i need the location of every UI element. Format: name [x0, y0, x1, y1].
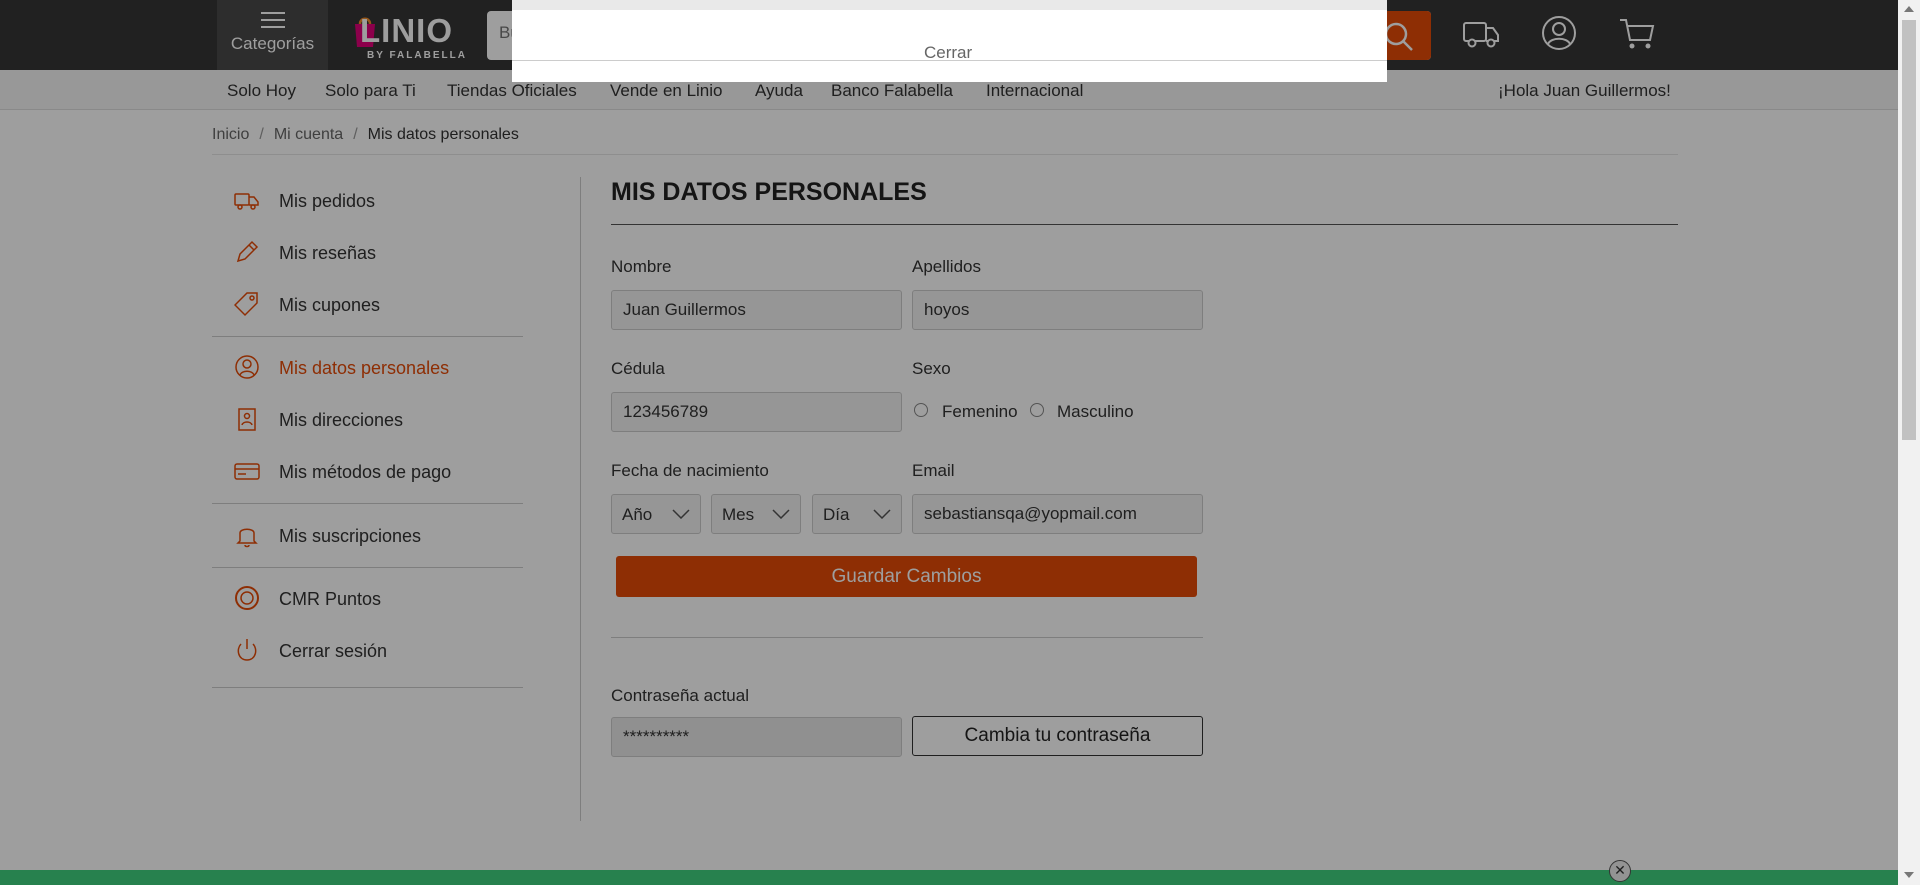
sidebar-item-resenas[interactable]: Mis reseñas: [230, 235, 530, 271]
scroll-up-arrow[interactable]: [1904, 6, 1914, 12]
password-field[interactable]: [611, 717, 902, 757]
password-label: Contraseña actual: [611, 686, 749, 705]
nombre-field[interactable]: [611, 290, 902, 330]
building-icon: [238, 408, 256, 431]
page-title: MIS DATOS PERSONALES: [611, 178, 927, 206]
year-select[interactable]: Año: [611, 494, 701, 534]
cedula-field[interactable]: [611, 392, 902, 432]
sidebar-item-cmr-puntos[interactable]: CMR Puntos: [230, 581, 530, 617]
scroll-down-arrow[interactable]: [1904, 872, 1914, 878]
sidebar-divider: [212, 336, 523, 337]
apellidos-label: Apellidos: [912, 257, 981, 276]
sidebar-item-label: Mis reseñas: [279, 243, 377, 263]
nav-solo-para-ti[interactable]: Solo para Ti: [325, 81, 416, 101]
save-changes-button[interactable]: Guardar Cambios: [616, 556, 1197, 597]
categories-button[interactable]: Categorías: [217, 0, 328, 70]
sidebar-item-label: Cerrar sesión: [279, 641, 388, 661]
card-icon: [234, 463, 260, 480]
masculino-radio[interactable]: [1030, 403, 1044, 417]
change-password-button[interactable]: Cambia tu contraseña: [912, 716, 1203, 756]
content-divider: [580, 177, 581, 821]
apellidos-field[interactable]: [912, 290, 1203, 330]
day-select[interactable]: Día: [812, 494, 902, 534]
sidebar-item-suscripciones[interactable]: Mis suscripciones: [230, 518, 530, 554]
day-select-value: Día: [823, 505, 850, 524]
nav-internacional[interactable]: Internacional: [986, 81, 1083, 101]
pencil-icon: [236, 240, 259, 263]
breadcrumb-separator: /: [259, 126, 264, 143]
fecha-nacimiento-label: Fecha de nacimiento: [611, 461, 769, 480]
user-icon: [235, 355, 259, 379]
sidebar-divider: [212, 567, 523, 568]
sexo-label: Sexo: [912, 359, 951, 378]
sidebar-item-label: Mis direcciones: [279, 410, 404, 430]
sidebar-item-label: Mis suscripciones: [279, 526, 422, 546]
chevron-down-icon: [873, 509, 891, 519]
logo-text: LINIO: [360, 12, 453, 49]
nav-solo-hoy[interactable]: Solo Hoy: [227, 81, 296, 101]
month-select-value: Mes: [722, 505, 755, 524]
breadcrumb: Inicio / Mi cuenta / Mis datos personales: [212, 126, 519, 144]
breadcrumb-current: Mis datos personales: [367, 126, 519, 143]
masculino-label[interactable]: Masculino: [1057, 402, 1134, 422]
femenino-radio[interactable]: [914, 403, 928, 417]
search-icon: [1384, 22, 1413, 51]
nav-ayuda[interactable]: Ayuda: [755, 81, 803, 101]
sidebar-item-datos-personales[interactable]: Mis datos personales: [230, 350, 530, 386]
cmr-icon: [235, 586, 259, 610]
truck-icon: [234, 193, 259, 210]
page-scrollbar[interactable]: [1898, 0, 1920, 885]
sidebar-item-label: Mis métodos de pago: [279, 462, 452, 482]
search-overlay-popup: Cerrar: [512, 0, 1387, 82]
popup-top-bar: [512, 0, 1387, 10]
title-underline: [611, 224, 1678, 225]
chevron-down-icon: [772, 509, 790, 519]
chevron-down-icon: [672, 509, 690, 519]
user-greeting[interactable]: ¡Hola Juan Guillermos!: [1498, 81, 1671, 101]
sidebar-item-label: Mis datos personales: [279, 358, 450, 378]
email-label: Email: [912, 461, 955, 480]
sidebar-item-cerrar-sesion[interactable]: Cerrar sesión: [230, 633, 530, 669]
logo-subtext: BY FALABELLA: [367, 50, 467, 61]
menu-icon: [260, 12, 285, 28]
banner-close-icon[interactable]: ✕: [1609, 860, 1631, 882]
sidebar-item-label: Mis cupones: [279, 295, 381, 315]
sidebar-item-metodos-pago[interactable]: Mis métodos de pago: [230, 454, 530, 490]
year-select-value: Año: [622, 505, 653, 524]
breadcrumb-divider: [212, 154, 1678, 155]
breadcrumb-separator: /: [353, 126, 358, 143]
sidebar-item-cupones[interactable]: Mis cupones: [230, 287, 530, 323]
sidebar-item-pedidos[interactable]: Mis pedidos: [230, 183, 530, 219]
nombre-label: Nombre: [611, 257, 672, 276]
sidebar-item-direcciones[interactable]: Mis direcciones: [230, 402, 530, 438]
categories-label: Categorías: [230, 34, 315, 53]
account-icon[interactable]: [1540, 14, 1578, 52]
form-divider: [611, 637, 1203, 638]
sidebar-divider: [212, 687, 523, 688]
cart-icon[interactable]: [1618, 14, 1656, 52]
sidebar-item-label: CMR Puntos: [279, 589, 382, 609]
bell-icon: [236, 528, 258, 548]
delivery-truck-icon[interactable]: [1462, 14, 1500, 52]
popup-close-button[interactable]: Cerrar: [924, 43, 972, 63]
sidebar-item-label: Mis pedidos: [279, 191, 376, 211]
femenino-label[interactable]: Femenino: [942, 402, 1018, 422]
linio-logo[interactable]: LINIO BY FALABELLA: [352, 10, 472, 62]
month-select[interactable]: Mes: [711, 494, 801, 534]
nav-vende-en-linio[interactable]: Vende en Linio: [610, 81, 723, 101]
power-icon: [237, 639, 257, 661]
email-field[interactable]: [912, 494, 1203, 534]
scrollbar-thumb[interactable]: [1902, 20, 1916, 440]
nav-banco-falabella[interactable]: Banco Falabella: [831, 81, 953, 101]
breadcrumb-account[interactable]: Mi cuenta: [274, 126, 343, 143]
cedula-label: Cédula: [611, 359, 665, 378]
nav-tiendas-oficiales[interactable]: Tiendas Oficiales: [447, 81, 577, 101]
breadcrumb-home[interactable]: Inicio: [212, 126, 249, 143]
tag-icon: [234, 292, 258, 317]
sidebar-divider: [212, 503, 523, 504]
